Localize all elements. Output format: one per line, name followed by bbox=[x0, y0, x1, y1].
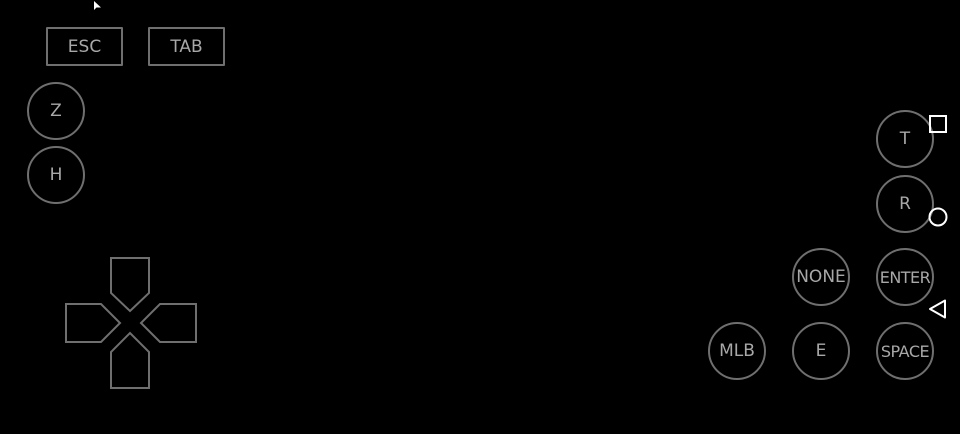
z-key[interactable]: Z bbox=[27, 82, 85, 140]
dpad-right-button[interactable] bbox=[139, 303, 197, 343]
none-key[interactable]: NONE bbox=[792, 248, 850, 306]
space-key[interactable]: SPACE bbox=[876, 322, 934, 380]
mlb-key[interactable]: MLB bbox=[708, 322, 766, 380]
h-key[interactable]: H bbox=[27, 146, 85, 204]
dpad-up-button[interactable] bbox=[110, 257, 150, 313]
triangle-back-icon[interactable] bbox=[926, 297, 950, 321]
system-navigation-bar bbox=[926, 112, 952, 324]
mouse-pointer-icon bbox=[94, 1, 101, 10]
esc-key[interactable]: ESC bbox=[46, 27, 123, 66]
square-recents-icon[interactable] bbox=[926, 112, 950, 136]
dpad-icon[interactable] bbox=[63, 256, 199, 392]
e-key[interactable]: E bbox=[792, 322, 850, 380]
circle-home-icon[interactable] bbox=[926, 205, 950, 229]
tab-key[interactable]: TAB bbox=[148, 27, 225, 66]
dpad-down-button[interactable] bbox=[110, 331, 150, 389]
dpad-left-button[interactable] bbox=[65, 303, 122, 343]
